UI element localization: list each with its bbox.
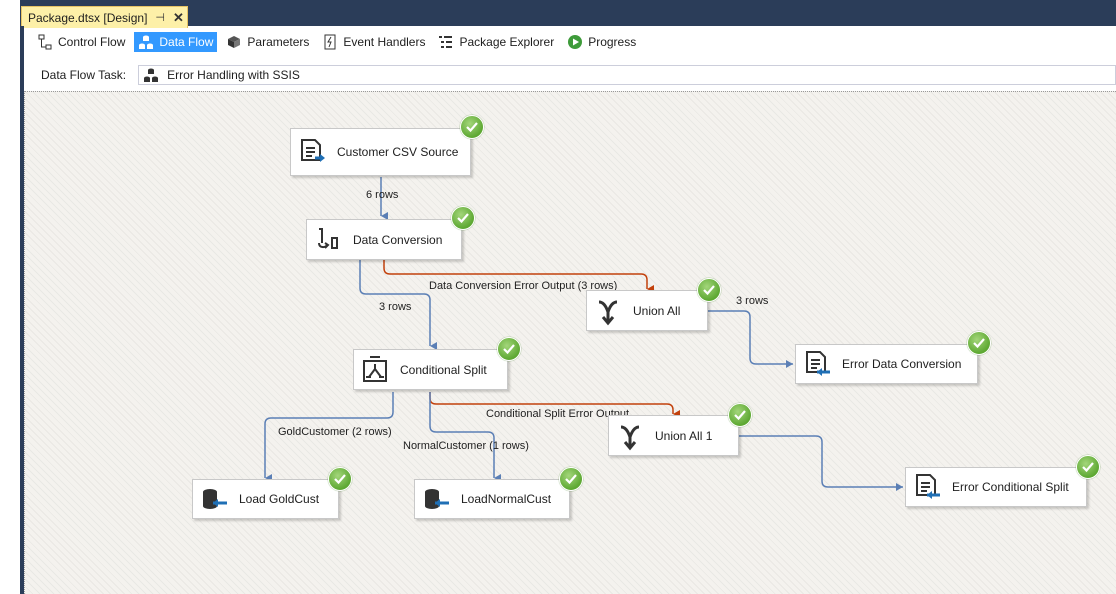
component-label: Customer CSV Source <box>337 145 459 159</box>
union-all-icon <box>615 421 645 451</box>
left-margin <box>0 0 20 594</box>
path-label: 6 rows <box>366 189 399 201</box>
component-union-all[interactable]: Union All <box>586 290 708 331</box>
data-flow-task-icon <box>143 67 159 83</box>
component-load-goldcust[interactable]: Load GoldCust <box>192 479 339 519</box>
success-check-icon <box>559 467 583 491</box>
tab-progress[interactable]: Progress <box>563 32 640 52</box>
success-check-icon <box>460 115 484 139</box>
flat-file-source-icon <box>297 137 327 167</box>
designer-tab-bar: Control Flow Data Flow Parameters Event … <box>24 28 1116 56</box>
success-check-icon <box>697 278 721 302</box>
component-union-all-1[interactable]: Union All 1 <box>608 415 739 456</box>
progress-icon <box>567 34 583 50</box>
document-tab-title: Package.dtsx [Design] <box>28 10 148 25</box>
db-destination-icon <box>199 484 229 514</box>
data-flow-canvas[interactable] <box>24 91 1116 594</box>
component-label: Union All 1 <box>655 428 713 443</box>
path-label: GoldCustomer (2 rows) <box>278 426 392 438</box>
component-label: Union All <box>633 303 681 318</box>
success-check-icon <box>497 337 521 361</box>
db-destination-icon <box>421 484 451 514</box>
data-flow-icon <box>138 34 154 50</box>
tab-label: Control Flow <box>58 35 126 49</box>
tab-event-handlers[interactable]: Event Handlers <box>318 32 429 52</box>
data-flow-task-bar: Data Flow Task: Error Handling with SSIS <box>24 62 1116 88</box>
tab-label: Package Explorer <box>459 35 555 49</box>
flat-file-destination-icon <box>802 349 832 379</box>
component-label: Data Conversion <box>353 232 443 247</box>
flat-file-destination-icon <box>912 472 942 502</box>
success-check-icon <box>967 331 991 355</box>
data-flow-task-label: Data Flow Task: <box>41 68 127 82</box>
component-load-normalcust[interactable]: LoadNormalCust <box>414 479 570 519</box>
success-check-icon <box>728 403 752 427</box>
close-icon[interactable]: ✕ <box>173 10 184 26</box>
component-label: Conditional Split <box>400 362 487 377</box>
component-customer-csv-source[interactable]: Customer CSV Source <box>290 128 471 176</box>
component-data-conversion[interactable]: Data Conversion <box>306 219 462 260</box>
tab-label: Event Handlers <box>343 35 426 49</box>
path-label: NormalCustomer (1 rows) <box>403 440 529 452</box>
component-label: Error Data Conversion <box>842 357 962 371</box>
success-check-icon <box>451 206 475 230</box>
tab-label: Progress <box>588 35 637 49</box>
event-handlers-icon <box>322 34 338 50</box>
package-explorer-icon <box>438 34 454 50</box>
conditional-split-icon <box>360 355 390 385</box>
parameters-icon <box>226 34 242 50</box>
component-label: Load GoldCust <box>239 492 320 506</box>
union-all-icon <box>593 296 623 326</box>
component-label: LoadNormalCust <box>461 492 552 506</box>
tab-parameters[interactable]: Parameters <box>222 32 313 52</box>
tab-label: Data Flow <box>159 35 214 49</box>
component-label: Error Conditional Split <box>952 480 1069 494</box>
document-tab[interactable]: Package.dtsx [Design] ⊣ ✕ <box>21 6 188 28</box>
tab-package-explorer[interactable]: Package Explorer <box>434 32 558 52</box>
component-conditional-split[interactable]: Conditional Split <box>353 349 508 390</box>
pin-icon[interactable]: ⊣ <box>155 11 165 24</box>
success-check-icon <box>328 467 352 491</box>
tab-label: Parameters <box>247 35 310 49</box>
data-flow-task-value: Error Handling with SSIS <box>167 68 300 82</box>
component-error-data-conversion[interactable]: Error Data Conversion <box>795 344 978 384</box>
tab-data-flow[interactable]: Data Flow <box>134 32 218 52</box>
success-check-icon <box>1076 455 1100 479</box>
tab-control-flow[interactable]: Control Flow <box>33 32 129 52</box>
path-label: 3 rows <box>736 295 769 307</box>
path-label: 3 rows <box>379 301 412 313</box>
control-flow-icon <box>37 34 53 50</box>
component-error-conditional-split[interactable]: Error Conditional Split <box>905 467 1087 507</box>
data-conversion-icon <box>313 225 343 255</box>
data-flow-task-select[interactable]: Error Handling with SSIS <box>138 65 1116 85</box>
